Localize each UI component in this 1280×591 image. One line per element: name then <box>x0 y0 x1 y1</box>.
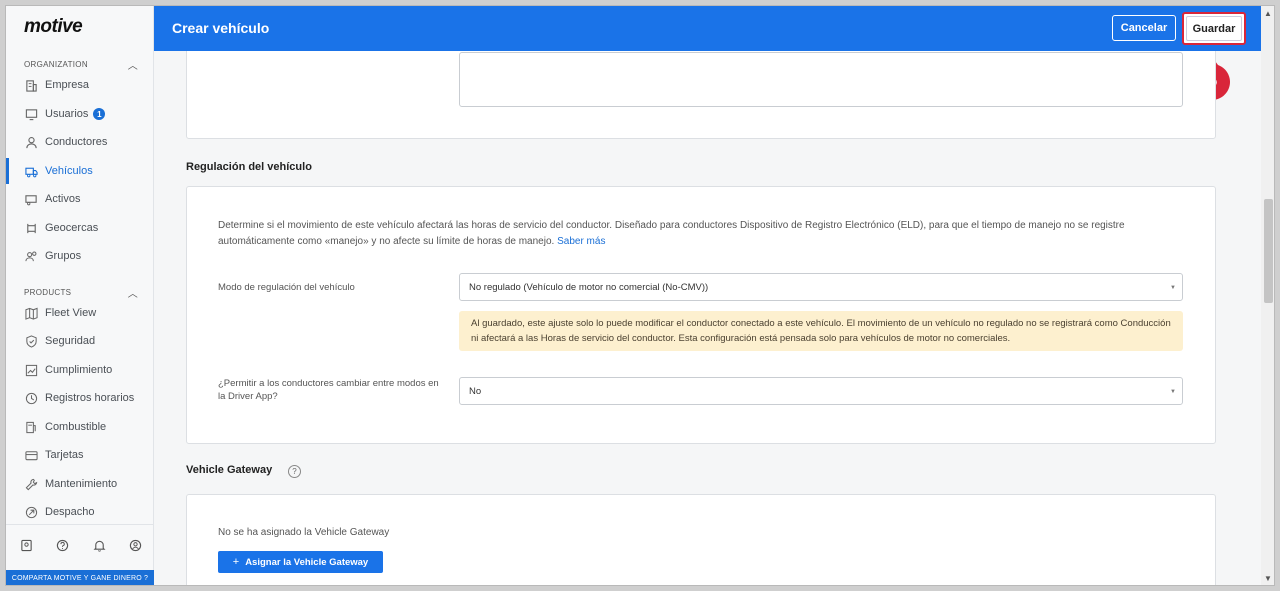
monitor-icon <box>24 107 38 121</box>
sidebar-item-label: Vehículos <box>45 165 93 177</box>
safety-book-icon[interactable] <box>18 537 34 553</box>
map-icon <box>24 306 38 320</box>
allow-switch-select[interactable]: No ▼ <box>459 377 1183 405</box>
products-section-header[interactable]: PRODUCTS ︿ <box>24 285 138 300</box>
sidebar-item-label: Fleet View <box>45 307 97 319</box>
dispatch-icon <box>24 505 38 519</box>
building-icon <box>24 78 38 92</box>
cancel-button[interactable]: Cancelar <box>1112 15 1176 41</box>
plus-icon: + <box>232 556 240 568</box>
sidebar-item-label: Despacho <box>45 506 95 518</box>
sidebar-item-mantenimiento[interactable]: Mantenimiento <box>6 471 154 497</box>
motive-logo[interactable]: motive <box>24 16 83 38</box>
account-icon[interactable] <box>128 537 144 553</box>
fuel-icon <box>24 420 38 434</box>
sidebar-item-label: Usuarios <box>45 108 89 120</box>
sidebar-item-geocercas[interactable]: Geocercas <box>6 215 154 241</box>
sidebar-item-label: Geocercas <box>45 222 99 234</box>
regulation-warning: Al guardado, este ajuste solo lo puede m… <box>459 311 1183 351</box>
assign-gateway-button[interactable]: + Asignar la Vehicle Gateway <box>218 551 383 573</box>
scroll-thumb[interactable] <box>1264 199 1273 303</box>
app-window: motive ORGANIZATION ︿ Empresa Usuarios 1… <box>5 5 1275 586</box>
geofence-icon <box>24 221 38 235</box>
regulation-section-title: Regulación del vehículo <box>186 161 312 173</box>
sidebar-item-label: Conductores <box>45 136 108 148</box>
gateway-empty-text: No se ha asignado la Vehicle Gateway <box>218 527 390 538</box>
sidebar-item-vehiculos[interactable]: Vehículos <box>6 158 154 184</box>
sidebar-item-label: Cumplimiento <box>45 364 113 376</box>
sidebar-item-registros-horarios[interactable]: Registros horarios <box>6 385 154 411</box>
page-scrollbar[interactable]: ▲ ▼ <box>1261 6 1274 585</box>
chart-icon <box>24 363 38 377</box>
wrench-icon <box>24 477 38 491</box>
sidebar-item-empresa[interactable]: Empresa <box>6 72 154 98</box>
products-label: PRODUCTS <box>24 288 72 297</box>
learn-more-link[interactable]: Saber más <box>557 236 605 247</box>
bell-icon[interactable] <box>91 537 107 553</box>
sidebar-item-conductores[interactable]: Conductores <box>6 129 154 155</box>
organization-section-header[interactable]: ORGANIZATION ︿ <box>24 57 138 72</box>
scroll-up-icon[interactable]: ▲ <box>1264 9 1272 18</box>
sidebar-item-label: Grupos <box>45 250 82 262</box>
clock-icon <box>24 391 38 405</box>
assign-gateway-label: Asignar la Vehicle Gateway <box>245 556 369 568</box>
group-icon <box>24 249 38 263</box>
sidebar-item-activos[interactable]: Activos <box>6 186 154 212</box>
sidebar-item-combustible[interactable]: Combustible <box>6 414 154 440</box>
allow-switch-label: ¿Permitir a los conductores cambiar entr… <box>218 378 439 402</box>
sidebar-item-label: Empresa <box>45 79 90 91</box>
sidebar: motive ORGANIZATION ︿ Empresa Usuarios 1… <box>6 6 154 585</box>
main-content: Regulación del vehículo Determine si el … <box>154 51 1261 585</box>
gateway-section-title: Vehicle Gateway <box>186 464 273 476</box>
sidebar-divider <box>6 524 154 525</box>
sidebar-item-usuarios[interactable]: Usuarios 1 <box>6 101 154 127</box>
trailer-icon <box>24 192 38 206</box>
sidebar-item-label: Tarjetas <box>45 449 84 461</box>
previous-section-card <box>186 51 1216 139</box>
page-header: Crear vehículo Cancelar Guardar <box>154 6 1261 51</box>
regulation-mode-value: No regulado (Vehículo de motor no comerc… <box>469 281 709 293</box>
caret-down-icon: ▼ <box>1170 389 1176 395</box>
refer-banner[interactable]: COMPARTA MOTIVE Y GANE DINERO ? <box>6 570 154 585</box>
sidebar-item-label: Registros horarios <box>45 392 135 404</box>
sidebar-item-despacho[interactable]: Despacho <box>6 499 154 525</box>
mode-label: Modo de regulación del vehículo <box>218 282 355 293</box>
page-title: Crear vehículo <box>172 20 270 36</box>
regulation-description: Determine si el movimiento de este vehíc… <box>218 218 1178 250</box>
gateway-card: No se ha asignado la Vehicle Gateway + A… <box>186 494 1216 585</box>
scroll-down-icon[interactable]: ▼ <box>1264 574 1272 583</box>
chevron-up-icon[interactable]: ︿ <box>128 57 138 72</box>
caret-down-icon: ▼ <box>1170 285 1176 291</box>
sidebar-item-tarjetas[interactable]: Tarjetas <box>6 442 154 468</box>
sidebar-item-seguridad[interactable]: Seguridad <box>6 328 154 354</box>
sidebar-item-label: Mantenimiento <box>45 478 118 490</box>
allow-switch-value: No <box>469 385 482 397</box>
sidebar-item-fleet-view[interactable]: Fleet View <box>6 300 154 326</box>
person-icon <box>24 135 38 149</box>
regulation-card: Determine si el movimiento de este vehíc… <box>186 186 1216 444</box>
notes-textarea[interactable] <box>459 52 1183 107</box>
save-button-highlight: Guardar <box>1182 12 1246 45</box>
sidebar-item-label: Activos <box>45 193 81 205</box>
organization-label: ORGANIZATION <box>24 60 88 69</box>
shield-icon <box>24 334 38 348</box>
save-button[interactable]: Guardar <box>1186 16 1242 41</box>
sidebar-footer-icons <box>18 537 144 553</box>
chevron-up-icon[interactable]: ︿ <box>128 285 138 300</box>
truck-icon <box>24 164 38 178</box>
help-icon[interactable] <box>55 537 71 553</box>
users-count-badge: 1 <box>93 108 106 120</box>
sidebar-item-cumplimiento[interactable]: Cumplimiento <box>6 357 154 383</box>
sidebar-item-label: Seguridad <box>45 335 96 347</box>
question-icon[interactable]: ? <box>288 465 301 478</box>
sidebar-item-label: Combustible <box>45 421 107 433</box>
card-icon <box>24 448 38 462</box>
sidebar-item-grupos[interactable]: Grupos <box>6 243 154 269</box>
regulation-mode-select[interactable]: No regulado (Vehículo de motor no comerc… <box>459 273 1183 301</box>
regulation-description-text: Determine si el movimiento de este vehíc… <box>218 220 1125 247</box>
